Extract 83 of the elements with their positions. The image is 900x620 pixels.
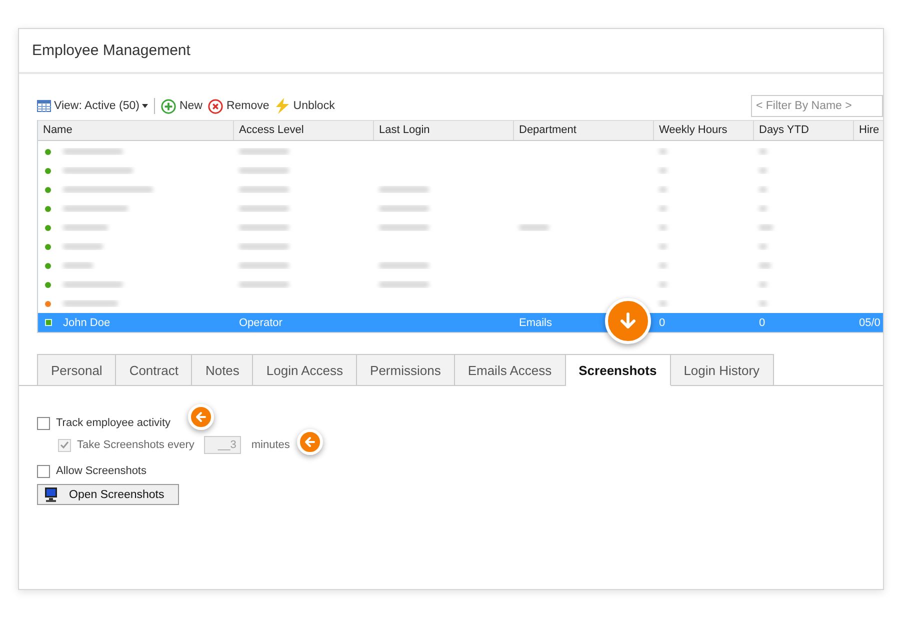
- blurred-text: [63, 148, 123, 155]
- blurred-text: [659, 186, 667, 193]
- unit-label: minutes: [251, 439, 290, 451]
- table-cell: John Doe: [63, 316, 110, 328]
- tab[interactable]: Login History: [670, 354, 774, 386]
- column-header[interactable]: Department: [514, 121, 654, 140]
- view-dropdown[interactable]: View: Active (50): [37, 100, 148, 112]
- blurred-text: [63, 262, 93, 269]
- blurred-text: [659, 167, 667, 174]
- checkbox[interactable]: [37, 416, 50, 430]
- blurred-text: [759, 186, 767, 193]
- tab[interactable]: Emails Access: [454, 354, 566, 386]
- tab[interactable]: Permissions: [357, 354, 455, 386]
- column-header[interactable]: Hire: [854, 121, 883, 140]
- remove-button[interactable]: Remove: [208, 98, 270, 114]
- unblock-button[interactable]: Unblock: [275, 98, 335, 114]
- checkbox[interactable]: [37, 464, 50, 478]
- blurred-text: [659, 224, 667, 231]
- plus-icon: [161, 98, 176, 114]
- blurred-text: [239, 148, 289, 155]
- blurred-text: [379, 205, 429, 212]
- blurred-text: [519, 224, 549, 231]
- blurred-text: [759, 281, 767, 288]
- new-button[interactable]: New: [161, 98, 202, 114]
- blurred-text: [659, 300, 667, 307]
- tab[interactable]: Screenshots: [566, 354, 671, 386]
- table-cell: Operator: [239, 316, 282, 328]
- blurred-text: [659, 281, 667, 288]
- blurred-text: [759, 243, 767, 250]
- blurred-text: [63, 167, 133, 174]
- down-arrow-badge: [605, 298, 651, 344]
- tab[interactable]: Personal: [37, 354, 116, 386]
- remove-icon: [208, 98, 224, 114]
- open-screenshots-button[interactable]: Open Screenshots: [37, 484, 180, 505]
- blurred-text: [379, 224, 429, 231]
- blurred-text: [63, 205, 128, 212]
- checkbox-label: Allow Screenshots: [56, 465, 146, 477]
- window-title: Employee Management: [32, 42, 190, 59]
- blurred-text: [239, 186, 289, 193]
- monitor-icon: [44, 487, 59, 502]
- filter-field[interactable]: < Filter By Name >: [751, 95, 883, 117]
- blurred-text: [63, 281, 123, 288]
- left-arrow-badge: [297, 429, 323, 455]
- blurred-text: [239, 262, 289, 269]
- blurred-text: [759, 224, 773, 231]
- caret-icon: [142, 104, 148, 108]
- column-header[interactable]: Name: [38, 121, 234, 140]
- blurred-text: [63, 224, 108, 231]
- blurred-text: [63, 300, 118, 307]
- left-arrow-badge: [188, 404, 214, 430]
- table-cell: 0: [759, 316, 766, 328]
- blurred-text: [759, 300, 767, 307]
- blurred-text: [239, 243, 289, 250]
- grid-icon: [37, 100, 51, 112]
- lightning-icon: [275, 98, 290, 114]
- blurred-text: [759, 148, 767, 155]
- blurred-text: [63, 243, 103, 250]
- blurred-text: [659, 148, 667, 155]
- blurred-text: [239, 167, 289, 174]
- blurred-text: [659, 205, 667, 212]
- checkbox-label: Track employee activity: [56, 417, 171, 429]
- table-cell: Emails: [519, 316, 552, 328]
- table-cell: 05/0: [859, 316, 880, 328]
- blurred-text: [379, 281, 429, 288]
- column-header[interactable]: Weekly Hours: [654, 121, 754, 140]
- blurred-text: [759, 167, 767, 174]
- tab[interactable]: Contract: [116, 354, 192, 386]
- blurred-text: [239, 224, 289, 231]
- blurred-text: [659, 243, 667, 250]
- blurred-text: [759, 262, 771, 269]
- table-cell: 0: [659, 316, 666, 328]
- column-header[interactable]: Access Level: [234, 121, 374, 140]
- blurred-text: [239, 205, 289, 212]
- blurred-text: [759, 205, 767, 212]
- column-header[interactable]: Last Login: [374, 121, 514, 140]
- blurred-text: [239, 281, 289, 288]
- checkbox-label: Take Screenshots every: [77, 439, 194, 451]
- tab[interactable]: Login Access: [253, 354, 358, 386]
- blurred-text: [379, 186, 429, 193]
- blurred-text: [659, 262, 667, 269]
- column-header[interactable]: Days YTD: [754, 121, 854, 140]
- tab[interactable]: Notes: [192, 354, 254, 386]
- blurred-text: [379, 262, 429, 269]
